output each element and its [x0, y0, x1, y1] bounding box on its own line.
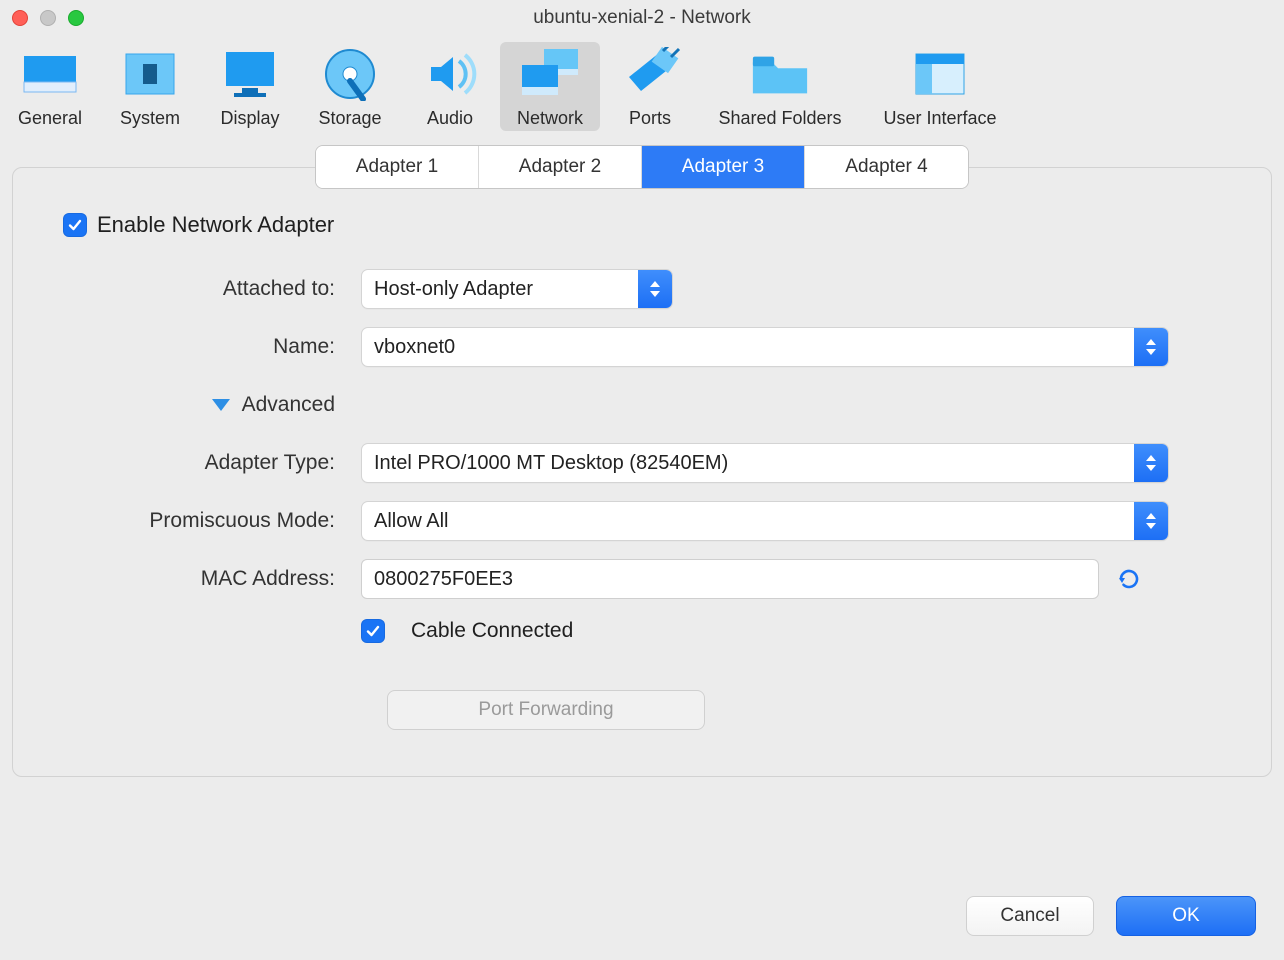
zoom-window-button[interactable]: [68, 10, 84, 26]
mac-label: MAC Address:: [47, 567, 361, 591]
toolbar-label: User Interface: [883, 108, 996, 129]
refresh-mac-button[interactable]: [1115, 565, 1143, 593]
toolbar-item-audio[interactable]: Audio: [400, 42, 500, 131]
advanced-row: Advanced: [47, 376, 1237, 434]
toolbar-label: Audio: [427, 108, 473, 129]
toolbar-label: Storage: [318, 108, 381, 129]
ok-button[interactable]: OK: [1116, 896, 1256, 936]
dialog-buttons: Cancel OK: [0, 896, 1284, 936]
attached-to-label: Attached to:: [47, 277, 361, 301]
attached-to-row: Attached to: Host-only Adapter: [47, 260, 1237, 318]
settings-toolbar: General System Display: [0, 36, 1284, 145]
select-stepper-icon: [1134, 502, 1168, 540]
adapter-type-label: Adapter Type:: [47, 451, 361, 475]
folder-icon: [749, 46, 811, 102]
select-stepper-icon: [1134, 444, 1168, 482]
toolbar-label: Network: [517, 108, 583, 129]
disclosure-triangle-icon: [212, 399, 230, 411]
toolbar-item-general[interactable]: General: [0, 42, 100, 131]
mac-input[interactable]: [361, 559, 1099, 599]
select-stepper-icon: [1134, 328, 1168, 366]
promiscuous-row: Promiscuous Mode: Allow All: [47, 492, 1237, 550]
ui-icon: [909, 46, 971, 102]
advanced-label: Advanced: [242, 393, 335, 417]
toolbar-label: Display: [220, 108, 279, 129]
toolbar-label: General: [18, 108, 82, 129]
tab-adapter-1[interactable]: Adapter 1: [316, 146, 479, 188]
adapter-type-select[interactable]: Intel PRO/1000 MT Desktop (82540EM): [361, 443, 1169, 483]
cable-connected-label: Cable Connected: [411, 619, 573, 643]
toolbar-item-network[interactable]: Network: [500, 42, 600, 131]
network-panel: Enable Network Adapter Attached to: Host…: [12, 167, 1272, 777]
promiscuous-value: Allow All: [362, 502, 1134, 540]
adapter-type-row: Adapter Type: Intel PRO/1000 MT Desktop …: [47, 434, 1237, 492]
attached-to-select[interactable]: Host-only Adapter: [361, 269, 673, 309]
port-forwarding-button[interactable]: Port Forwarding: [387, 690, 705, 730]
advanced-disclosure[interactable]: Advanced: [47, 393, 361, 417]
attached-to-value: Host-only Adapter: [362, 270, 638, 308]
name-select[interactable]: vboxnet0: [361, 327, 1169, 367]
system-icon: [119, 46, 181, 102]
enable-adapter-row: Enable Network Adapter: [47, 212, 1237, 238]
tab-adapter-4[interactable]: Adapter 4: [805, 146, 968, 188]
toolbar-label: Ports: [629, 108, 671, 129]
toolbar-label: System: [120, 108, 180, 129]
promiscuous-label: Promiscuous Mode:: [47, 509, 361, 533]
network-icon: [514, 46, 586, 102]
toolbar-item-user-interface[interactable]: User Interface: [860, 42, 1020, 131]
toolbar-item-display[interactable]: Display: [200, 42, 300, 131]
select-stepper-icon: [638, 270, 672, 308]
toolbar-item-shared-folders[interactable]: Shared Folders: [700, 42, 860, 131]
window-title: ubuntu-xenial-2 - Network: [0, 7, 1284, 29]
general-icon: [19, 46, 81, 102]
enable-adapter-label: Enable Network Adapter: [97, 212, 334, 238]
toolbar-item-storage[interactable]: Storage: [300, 42, 400, 131]
adapter-type-value: Intel PRO/1000 MT Desktop (82540EM): [362, 444, 1134, 482]
audio-icon: [419, 46, 481, 102]
cable-row: Cable Connected: [47, 608, 1237, 654]
mac-row: MAC Address:: [47, 550, 1237, 608]
storage-icon: [319, 46, 381, 102]
titlebar: ubuntu-xenial-2 - Network: [0, 0, 1284, 36]
name-label: Name:: [47, 335, 361, 359]
promiscuous-select[interactable]: Allow All: [361, 501, 1169, 541]
window-controls: [12, 10, 84, 26]
tab-adapter-2[interactable]: Adapter 2: [479, 146, 642, 188]
cancel-button[interactable]: Cancel: [966, 896, 1094, 936]
cable-connected-checkbox[interactable]: [361, 619, 385, 643]
toolbar-item-system[interactable]: System: [100, 42, 200, 131]
toolbar-label: Shared Folders: [718, 108, 841, 129]
adapter-tabs: Adapter 1 Adapter 2 Adapter 3 Adapter 4: [315, 145, 969, 189]
minimize-window-button[interactable]: [40, 10, 56, 26]
name-row: Name: vboxnet0: [47, 318, 1237, 376]
close-window-button[interactable]: [12, 10, 28, 26]
ports-icon: [619, 46, 681, 102]
toolbar-item-ports[interactable]: Ports: [600, 42, 700, 131]
display-icon: [219, 46, 281, 102]
tab-adapter-3[interactable]: Adapter 3: [642, 146, 805, 188]
adapter-tabs-wrap: Adapter 1 Adapter 2 Adapter 3 Adapter 4: [0, 145, 1284, 189]
port-forwarding-row: Port Forwarding: [47, 690, 1237, 730]
enable-adapter-checkbox[interactable]: [63, 213, 87, 237]
name-value: vboxnet0: [362, 328, 1134, 366]
